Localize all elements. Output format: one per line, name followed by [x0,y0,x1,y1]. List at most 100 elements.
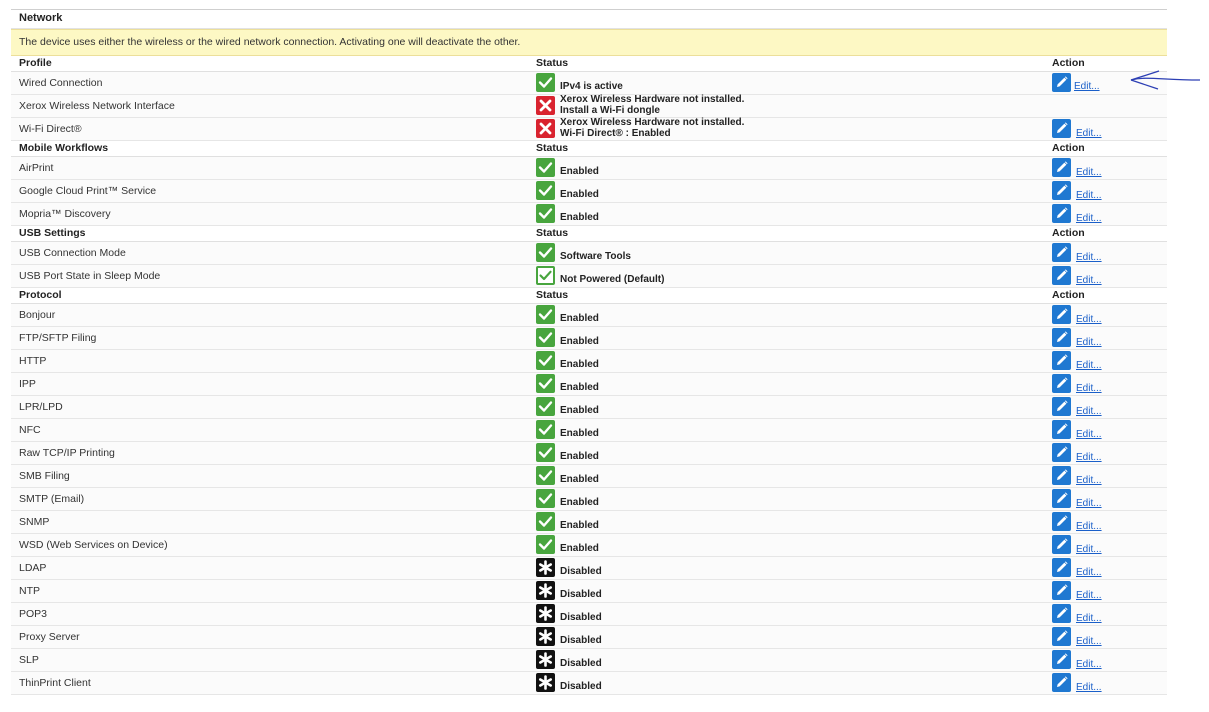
status-text: IPv4 is active [560,81,623,92]
setting-row-http: HTTP Enabled Edit... [11,350,1167,373]
status-text: Enabled [560,474,599,485]
pencil-icon[interactable] [1052,243,1071,262]
setting-label: Wired Connection [19,77,103,89]
asterisk-icon [536,627,555,646]
setting-row-smb-filing: SMB Filing Enabled Edit... [11,465,1167,488]
setting-row-pop3: POP3 Disabled Edit... [11,603,1167,626]
pencil-icon[interactable] [1052,650,1071,669]
edit-link[interactable]: Edit... [1076,128,1102,139]
setting-row-thinprint-client: ThinPrint Client Disabled Edit... [11,672,1167,695]
setting-label: NTP [19,585,40,597]
setting-row-raw-tcp-ip-printing: Raw TCP/IP Printing Enabled Edit... [11,442,1167,465]
status-line-2: Wi-Fi Direct® : Enabled [560,128,671,139]
pencil-icon[interactable] [1052,604,1071,623]
edit-link[interactable]: Edit... [1076,475,1102,486]
status-column-header: Status [536,227,569,239]
edit-link[interactable]: Edit... [1076,406,1102,417]
setting-label: AirPrint [19,162,54,174]
pencil-icon[interactable] [1052,119,1071,138]
section-header-mobile-workflows: Mobile Workflows Status Action [11,141,1167,157]
pencil-icon[interactable] [1052,305,1071,324]
pencil-icon[interactable] [1052,443,1071,462]
edit-link[interactable]: Edit... [1076,567,1102,578]
pencil-icon[interactable] [1052,158,1071,177]
edit-link[interactable]: Edit... [1076,360,1102,371]
pencil-icon[interactable] [1052,489,1071,508]
section-header-protocol: Protocol Status Action [11,288,1167,304]
status-text: Xerox Wireless Hardware not installed. In… [560,94,744,116]
pencil-icon[interactable] [1052,181,1071,200]
section-title: Protocol [19,289,62,301]
annotation-arrow-icon [1130,70,1201,90]
settings-table: Profile Status Action Wired Connection IPv4 … [11,56,1167,695]
setting-label: SNMP [19,516,50,528]
pencil-icon[interactable] [1052,374,1071,393]
pencil-icon[interactable] [1052,535,1071,554]
error-icon [536,119,555,138]
edit-link[interactable]: Edit... [1076,452,1102,463]
setting-label: LPR/LPD [19,401,63,413]
pencil-icon[interactable] [1052,204,1071,223]
setting-row-slp: SLP Disabled Edit... [11,649,1167,672]
setting-row-usb-connection-mode: USB Connection Mode Software Tools Edit... [11,242,1167,265]
setting-label: Google Cloud Print™ Service [19,185,157,197]
pencil-icon[interactable] [1052,351,1071,370]
network-notice: The device uses either the wireless or t… [11,29,1167,56]
status-text: Disabled [560,612,602,623]
pencil-icon[interactable] [1052,420,1071,439]
setting-row-lpr-lpd: LPR/LPD Enabled Edit... [11,396,1167,419]
pencil-icon[interactable] [1052,627,1071,646]
asterisk-icon [536,650,555,669]
pencil-icon[interactable] [1052,581,1071,600]
edit-link[interactable]: Edit... [1076,429,1102,440]
edit-link[interactable]: Edit... [1076,213,1102,224]
pencil-icon[interactable] [1052,673,1071,692]
setting-row-snmp: SNMP Enabled Edit... [11,511,1167,534]
action-column-header: Action [1052,227,1085,239]
pencil-icon[interactable] [1052,466,1071,485]
pencil-icon[interactable] [1052,558,1071,577]
edit-link[interactable]: Edit... [1076,314,1102,325]
status-text: Enabled [560,428,599,439]
setting-row-wsd-web-services-on-device: WSD (Web Services on Device) Enabled Edit.… [11,534,1167,557]
check-icon [536,243,555,262]
pencil-icon[interactable] [1052,73,1071,92]
edit-link[interactable]: Edit... [1076,252,1102,263]
check-icon [536,181,555,200]
status-text: Not Powered (Default) [560,274,665,285]
status-text: Enabled [560,405,599,416]
status-text: Enabled [560,543,599,554]
edit-link[interactable]: Edit... [1076,682,1102,693]
edit-link[interactable]: Edit... [1076,636,1102,647]
status-text: Enabled [560,336,599,347]
pencil-icon[interactable] [1052,266,1071,285]
setting-label: NFC [19,424,41,436]
pencil-icon[interactable] [1052,512,1071,531]
edit-link[interactable]: Edit... [1074,81,1100,92]
edit-link[interactable]: Edit... [1076,590,1102,601]
check-icon [536,420,555,439]
edit-link[interactable]: Edit... [1076,613,1102,624]
edit-link[interactable]: Edit... [1076,167,1102,178]
pencil-icon[interactable] [1052,328,1071,347]
edit-link[interactable]: Edit... [1076,275,1102,286]
edit-link[interactable]: Edit... [1076,383,1102,394]
section-header-usb-settings: USB Settings Status Action [11,226,1167,242]
check-icon [536,305,555,324]
error-icon [536,96,555,115]
edit-link[interactable]: Edit... [1076,498,1102,509]
edit-link[interactable]: Edit... [1076,190,1102,201]
pencil-icon[interactable] [1052,397,1071,416]
edit-link[interactable]: Edit... [1076,521,1102,532]
edit-link[interactable]: Edit... [1076,544,1102,555]
section-title: Mobile Workflows [19,142,109,154]
check-icon [536,535,555,554]
edit-link[interactable]: Edit... [1076,337,1102,348]
setting-row-mopria-discovery: Mopria™ Discovery Enabled Edit... [11,203,1167,226]
edit-link[interactable]: Edit... [1076,659,1102,670]
setting-row-nfc: NFC Enabled Edit... [11,419,1167,442]
status-text: Software Tools [560,251,631,262]
status-text: Enabled [560,313,599,324]
check-icon [536,73,555,92]
setting-label: FTP/SFTP Filing [19,332,97,344]
